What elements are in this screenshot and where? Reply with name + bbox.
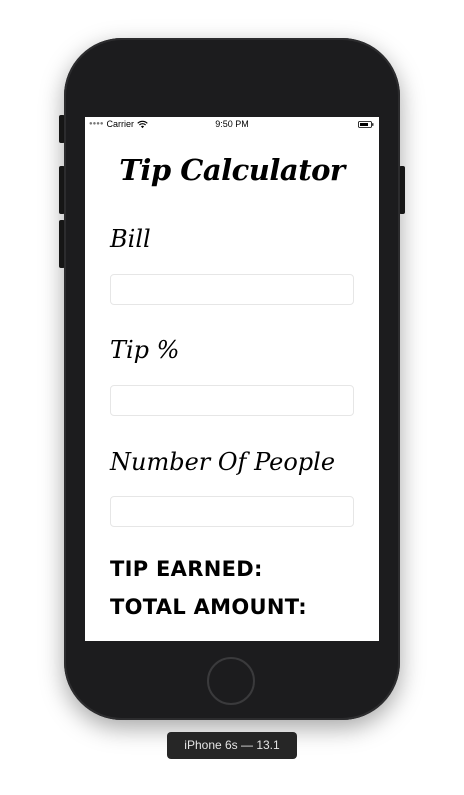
tip-percent-input[interactable] <box>110 385 354 416</box>
total-amount-label: TOTAL AMOUNT: <box>110 595 307 619</box>
app-screen: ●●●● Carrier 9:50 PM Tip Calculator Bill… <box>85 117 379 641</box>
home-button[interactable] <box>207 657 255 705</box>
status-bar: ●●●● Carrier 9:50 PM <box>85 117 379 133</box>
number-of-people-input[interactable] <box>110 496 354 527</box>
battery-icon <box>358 121 374 128</box>
bill-label: Bill <box>110 225 151 253</box>
device-caption: iPhone 6s — 13.1 <box>167 732 297 759</box>
number-of-people-label: Number Of People <box>110 448 336 476</box>
bill-input[interactable] <box>110 274 354 305</box>
app-title: Tip Calculator <box>119 153 345 187</box>
tip-earned-label: TIP EARNED: <box>110 557 263 581</box>
tip-percent-label: Tip % <box>110 336 180 364</box>
simulator-stage: ●●●● Carrier 9:50 PM Tip Calculator Bill… <box>0 0 464 795</box>
status-time: 9:50 PM <box>215 119 249 129</box>
